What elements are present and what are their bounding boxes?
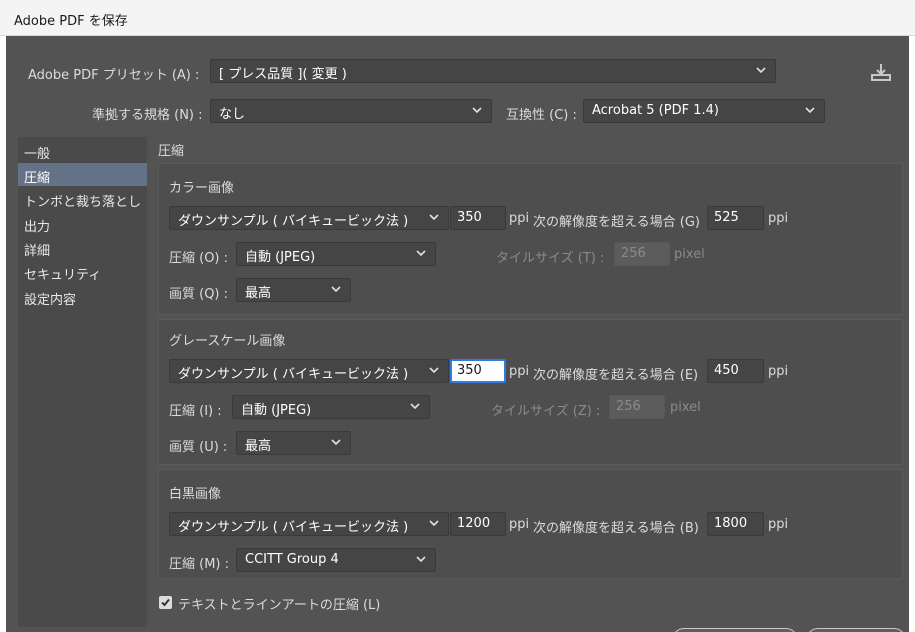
gray-ppi-unit: ppi (509, 364, 530, 379)
chevron-down-icon (429, 214, 439, 221)
text-lineart-checkbox[interactable] (159, 596, 172, 609)
mono-ppi-unit: ppi (509, 517, 530, 532)
window-title: Adobe PDF を保存 (14, 14, 128, 29)
category-sidebar: 一般 圧縮 トンボと裁ち落とし 出力 詳細 セキュリティ 設定内容 (18, 137, 147, 627)
gray-quality-select[interactable]: 最高 (236, 431, 351, 455)
sidebar-item-security[interactable]: セキュリティ (18, 260, 147, 283)
title-bar: Adobe PDF を保存 (0, 0, 915, 36)
color-ppi-unit: ppi (509, 211, 530, 226)
mono-compression-label: 圧縮 (M) : (169, 557, 230, 572)
sidebar-item-marks-bleeds[interactable]: トンボと裁ち落とし (18, 187, 147, 210)
gray-downsample-select[interactable]: ダウンサンプル ( バイキュービック法 ) (169, 359, 449, 383)
page-title: 圧縮 (158, 144, 185, 159)
standard-label: 準拠する規格 (N) : (92, 108, 203, 123)
gray-section-title: グレースケール画像 (169, 334, 286, 349)
chevron-down-icon (331, 286, 341, 293)
color-quality-select[interactable]: 最高 (236, 278, 351, 302)
gray-tile-input: 256 (609, 395, 665, 419)
save-pdf-dialog: Adobe PDF プリセット (A) : [ プレス品質 ]( 変更 ) 準拠… (6, 36, 909, 632)
gray-tile-label: タイルサイズ (Z) : (491, 404, 601, 419)
gray-compression-label: 圧縮 (I) : (169, 404, 222, 419)
mono-threshold-unit: ppi (768, 517, 789, 532)
color-section-title: カラー画像 (169, 181, 235, 196)
chevron-down-icon (416, 250, 426, 257)
compat-label: 互換性 (C) : (506, 108, 577, 123)
sidebar-item-summary[interactable]: 設定内容 (18, 285, 147, 308)
gray-threshold-label: 次の解像度を超える場合 (E) (533, 368, 699, 383)
preset-label: Adobe PDF プリセット (A) : (28, 68, 200, 83)
chevron-down-icon (429, 367, 439, 374)
standard-select[interactable]: なし (210, 99, 492, 123)
color-tile-input: 256 (614, 242, 670, 266)
preset-select[interactable]: [ プレス品質 ]( 変更 ) (210, 59, 776, 83)
color-tile-label: タイルサイズ (T) : (496, 251, 605, 266)
sidebar-item-compression[interactable]: 圧縮 (18, 163, 147, 186)
compat-value: Acrobat 5 (PDF 1.4) (592, 103, 719, 118)
gray-threshold-input[interactable]: 450 (707, 359, 764, 383)
color-threshold-label: 次の解像度を超える場合 (G) (533, 215, 700, 230)
gray-tile-unit: pixel (670, 400, 701, 415)
gray-compression-select[interactable]: 自動 (JPEG) (232, 395, 430, 419)
color-compression-label: 圧縮 (O) : (169, 251, 229, 266)
text-lineart-label: テキストとラインアートの圧縮 (L) (178, 598, 381, 613)
sidebar-item-advanced[interactable]: 詳細 (18, 236, 147, 259)
gray-ppi-input[interactable]: 350 (450, 359, 506, 383)
standard-value: なし (219, 107, 246, 122)
compat-select[interactable]: Acrobat 5 (PDF 1.4) (583, 99, 825, 123)
color-tile-unit: pixel (674, 247, 705, 262)
preset-value: [ プレス品質 ]( 変更 ) (219, 67, 347, 82)
sidebar-item-general[interactable]: 一般 (18, 139, 147, 162)
color-threshold-unit: ppi (768, 211, 789, 226)
chevron-down-icon (410, 403, 420, 410)
gray-threshold-unit: ppi (768, 364, 789, 379)
gray-quality-label: 画質 (U) : (169, 440, 228, 455)
color-quality-label: 画質 (Q) : (169, 287, 229, 302)
chevron-down-icon (805, 107, 815, 114)
chevron-down-icon (416, 556, 426, 563)
download-icon[interactable] (870, 62, 892, 82)
dialog-button[interactable] (672, 628, 798, 632)
chevron-down-icon (472, 107, 482, 114)
sidebar-item-output[interactable]: 出力 (18, 212, 147, 235)
check-icon (161, 598, 170, 607)
chevron-down-icon (756, 67, 766, 74)
color-ppi-input[interactable]: 350 (450, 206, 506, 230)
color-compression-select[interactable]: 自動 (JPEG) (236, 242, 436, 266)
mono-downsample-select[interactable]: ダウンサンプル ( バイキュービック法 ) (169, 512, 449, 536)
mono-threshold-label: 次の解像度を超える場合 (B) (533, 521, 699, 536)
dialog-button[interactable] (806, 628, 906, 632)
mono-ppi-input[interactable]: 1200 (450, 512, 506, 536)
mono-compression-select[interactable]: CCITT Group 4 (236, 548, 436, 572)
mono-threshold-input[interactable]: 1800 (707, 512, 764, 536)
mono-section-title: 白黒画像 (169, 487, 222, 502)
color-downsample-select[interactable]: ダウンサンプル ( バイキュービック法 ) (169, 206, 449, 230)
chevron-down-icon (331, 439, 341, 446)
chevron-down-icon (429, 520, 439, 527)
color-threshold-input[interactable]: 525 (707, 206, 764, 230)
